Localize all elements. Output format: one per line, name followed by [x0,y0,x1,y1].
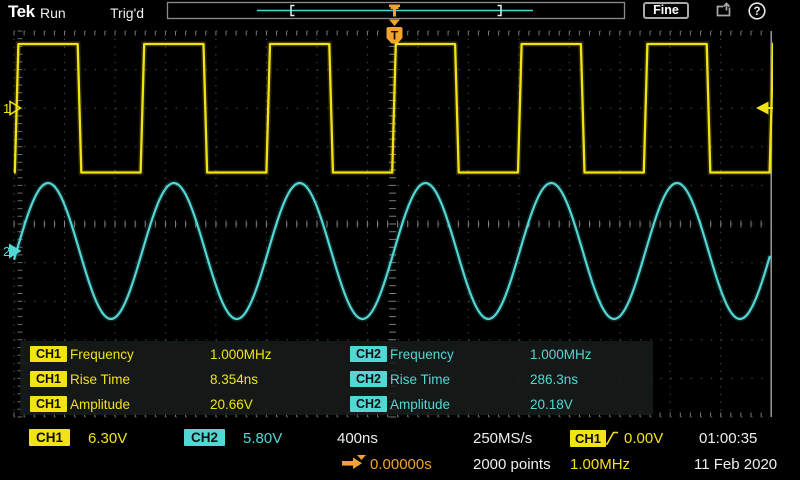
ch2-measure-value: 286.3ns [530,372,579,387]
save-export-icon[interactable] [714,1,738,21]
ch1-measure-value: 20.66V [210,397,253,412]
trigger-level-arrow-icon [756,101,769,115]
ch1-measure-badge: CH1 [30,371,68,387]
ch1-scale-readout: 6.30V [88,430,128,447]
date-readout: 11 Feb 2020 [694,456,778,473]
trigger-source-badge: CH1 [570,430,607,447]
ch2-measure-label: Amplitude [390,397,451,412]
ch2-measure-badge: CH2 [350,396,388,412]
ch1-measure-badge: CH1 [30,396,68,412]
trigger-frequency-readout: 1.00MHz [570,456,631,473]
horizontal-position-icon [342,455,366,469]
fine-button[interactable]: Fine [643,2,689,19]
ch2-measure-badge: CH2 [350,346,388,362]
help-icon-glyph: ? [753,6,760,18]
ch2-measure-label: Frequency [390,347,454,362]
ch2-measure-value: 1.000MHz [530,347,592,362]
horizontal-position-readout: 0.00000s [370,456,432,473]
tek-logo: Tek [8,2,35,21]
sample-rate-readout: 250MS/s [473,430,533,447]
timebase-readout: 400ns [337,430,378,447]
trigger-status: Trig'd [110,5,145,21]
ch1-measure-value: 1.000MHz [210,347,272,362]
clock-time: 01:00:35 [699,430,758,447]
ch1-marker-label: 1 [3,101,10,116]
trigger-down-arrow-icon [389,19,400,26]
ch1-measure-value: 8.354ns [210,372,259,387]
record-length-readout: 2000 points [473,456,551,473]
ch2-measure-label: Rise Time [390,372,451,387]
acquisition-status: Run [40,5,66,21]
ch2-measure-value: 20.18V [530,397,573,412]
ch2-scale-badge: CH2 [184,429,226,446]
trigger-shield-letter: T [391,29,399,43]
oscilloscope-screen: T 1 2 Tek Run Trig'd Fine ? CH1 Frequenc… [0,0,800,480]
ch2-measure-badge: CH2 [350,371,388,387]
ch1-measure-label: Amplitude [70,397,131,412]
trigger-slope-icon [603,431,618,445]
measurements-panel: CH1 Frequency 1.000MHz CH1 Rise Time 8.3… [20,341,653,415]
ch1-scale-badge: CH1 [29,429,71,446]
trigger-position-marker[interactable]: T [386,19,403,44]
record-view-bar[interactable] [166,1,626,20]
ch1-measure-label: Rise Time [70,372,131,387]
help-icon[interactable]: ? [747,1,769,22]
ch1-measure-badge: CH1 [30,346,68,362]
ch1-measure-label: Frequency [70,347,134,362]
ch2-scale-readout: 5.80V [243,430,283,447]
trigger-level-readout: 0.00V [624,430,664,447]
